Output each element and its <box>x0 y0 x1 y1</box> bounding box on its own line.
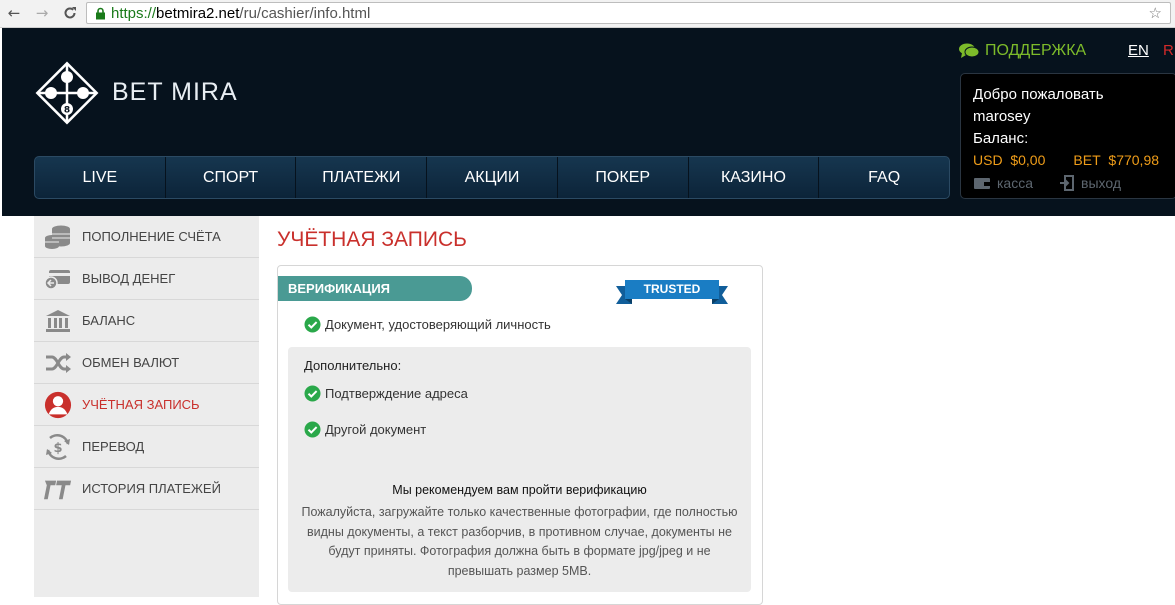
sidebar-label: БАЛАНС <box>82 313 136 328</box>
bet-balance: BET $770,98 <box>1073 150 1159 170</box>
site-header: 8 BET MIRA ПОДДЕРЖКА EN RU Добро пожалов… <box>2 28 1175 216</box>
bet-label: BET <box>1073 152 1101 168</box>
reload-icon[interactable] <box>60 3 80 23</box>
url-host: betmira2.net <box>156 4 240 22</box>
recommend-body: Пожалуйста, загружайте только качественн… <box>301 505 738 578</box>
dollar-transfer-icon: $ <box>44 433 72 461</box>
arrow-right-icon[interactable]: → <box>32 3 52 23</box>
svg-text:$: $ <box>53 441 62 456</box>
user-icon <box>44 391 72 419</box>
recommend-title: Мы рекомендуем вам пройти верификацию <box>392 483 647 497</box>
support-label: ПОДДЕРЖКА <box>985 42 1087 59</box>
nav-item-poker[interactable]: ПОКЕР <box>558 157 689 198</box>
logo-text: BET MIRA <box>112 78 238 106</box>
nav-item-casino[interactable]: КАЗИНО <box>689 157 820 198</box>
chat-icon <box>959 43 979 58</box>
sidebar-item-exchange[interactable]: ОБМЕН ВАЛЮТ <box>34 342 259 384</box>
star-icon[interactable]: ☆ <box>1149 3 1162 23</box>
check-icon <box>304 385 321 402</box>
browser-toolbar: ← → https://betmira2.net/ru/cashier/info… <box>0 0 1175 28</box>
card-icon <box>44 265 72 293</box>
usd-balance: USD $0,00 <box>973 150 1045 170</box>
url-text: https://betmira2.net/ru/cashier/info.htm… <box>111 5 370 22</box>
logout-label: выход <box>1081 175 1122 191</box>
sidebar-item-withdraw[interactable]: ВЫВОД ДЕНЕГ <box>34 258 259 300</box>
verification-tab: ВЕРИФИКАЦИЯ <box>278 276 472 301</box>
support-link[interactable]: ПОДДЕРЖКА <box>959 42 1086 60</box>
check-icon <box>304 421 321 438</box>
sidebar-item-deposit[interactable]: ПОПОЛНЕНИЕ СЧЁТА <box>34 216 259 258</box>
identity-doc-label: Документ, удостоверяющий личность <box>325 317 551 332</box>
cashier-sidebar: ПОПОЛНЕНИЕ СЧЁТА ВЫВОД ДЕНЕГ БАЛАНС ОБМЕ… <box>34 216 259 597</box>
page-title: УЧЁТНАЯ ЗАПИСЬ <box>277 228 467 251</box>
svg-text:8: 8 <box>64 106 70 116</box>
sidebar-item-history[interactable]: ИСТОРИЯ ПЛАТЕЖЕЙ <box>34 468 259 510</box>
wallet-icon <box>974 178 990 189</box>
additional-docs-box: Дополнительно: Подтверждение адреса Друг… <box>288 347 751 592</box>
bet-mira-logo[interactable]: 8 <box>34 60 100 126</box>
sidebar-label: ПОПОЛНЕНИЕ СЧЁТА <box>82 229 221 244</box>
url-protocol: https:// <box>111 4 157 22</box>
sidebar-item-transfer[interactable]: $ ПЕРЕВОД <box>34 426 259 468</box>
trusted-badge-text: TRUSTED <box>643 282 701 296</box>
sidebar-item-balance[interactable]: БАЛАНС <box>34 300 259 342</box>
cashier-link[interactable]: касса <box>973 172 1033 194</box>
balance-values: USD $0,00 BET $770,98 <box>973 150 1164 170</box>
user-panel: Добро пожаловать marosey Баланс: USD $0,… <box>960 73 1175 199</box>
user-actions: касса выход <box>973 172 1164 194</box>
other-doc-label: Другой документ <box>325 422 427 437</box>
logout-icon <box>1060 175 1075 191</box>
sidebar-label: ВЫВОД ДЕНЕГ <box>82 271 176 286</box>
sidebar-label: УЧЁТНАЯ ЗАПИСЬ <box>82 397 200 412</box>
additional-title: Дополнительно: <box>304 358 402 373</box>
lang-en-link[interactable]: EN <box>1128 42 1149 59</box>
history-icon <box>44 475 72 503</box>
username: marosey <box>973 108 1031 125</box>
other-doc-row: Другой документ <box>304 421 426 438</box>
nav-item-payments[interactable]: ПЛАТЕЖИ <box>296 157 428 198</box>
welcome-text: Добро пожаловать <box>973 86 1104 103</box>
url-path: /ru/cashier/info.html <box>239 4 371 22</box>
main-nav: LIVE СПОРТ ПЛАТЕЖИ АКЦИИ ПОКЕР КАЗИНО FA… <box>34 156 950 199</box>
balance-label: Баланс: <box>973 130 1029 147</box>
nav-item-promotions[interactable]: АКЦИИ <box>427 157 558 198</box>
sidebar-label: ОБМЕН ВАЛЮТ <box>82 355 180 370</box>
address-confirm-row: Подтверждение адреса <box>304 385 468 402</box>
lock-icon <box>93 6 107 20</box>
address-bar[interactable]: https://betmira2.net/ru/cashier/info.htm… <box>86 2 1171 24</box>
check-icon <box>304 316 321 333</box>
identity-doc-row: Документ, удостоверяющий личность <box>304 316 551 333</box>
usd-label: USD <box>973 152 1003 168</box>
sidebar-label: ПЕРЕВОД <box>82 439 145 454</box>
nav-item-faq[interactable]: FAQ <box>819 157 949 198</box>
verification-card: ВЕРИФИКАЦИЯ TRUSTED Документ, удостоверя… <box>277 265 763 605</box>
shuffle-icon <box>44 349 72 377</box>
arrow-left-icon[interactable]: ← <box>4 3 24 23</box>
cashier-label: касса <box>997 175 1034 191</box>
coins-icon <box>44 223 72 251</box>
bank-icon <box>44 307 72 335</box>
nav-item-live[interactable]: LIVE <box>35 157 166 198</box>
sidebar-label: ИСТОРИЯ ПЛАТЕЖЕЙ <box>82 481 221 496</box>
usd-value: $0,00 <box>1010 152 1046 168</box>
nav-item-sport[interactable]: СПОРТ <box>166 157 297 198</box>
sidebar-item-account[interactable]: УЧЁТНАЯ ЗАПИСЬ <box>34 384 259 426</box>
logout-link[interactable]: выход <box>1059 172 1121 194</box>
bet-value: $770,98 <box>1108 152 1160 168</box>
address-confirm-label: Подтверждение адреса <box>325 386 468 401</box>
lang-ru-link[interactable]: RU <box>1163 42 1175 59</box>
